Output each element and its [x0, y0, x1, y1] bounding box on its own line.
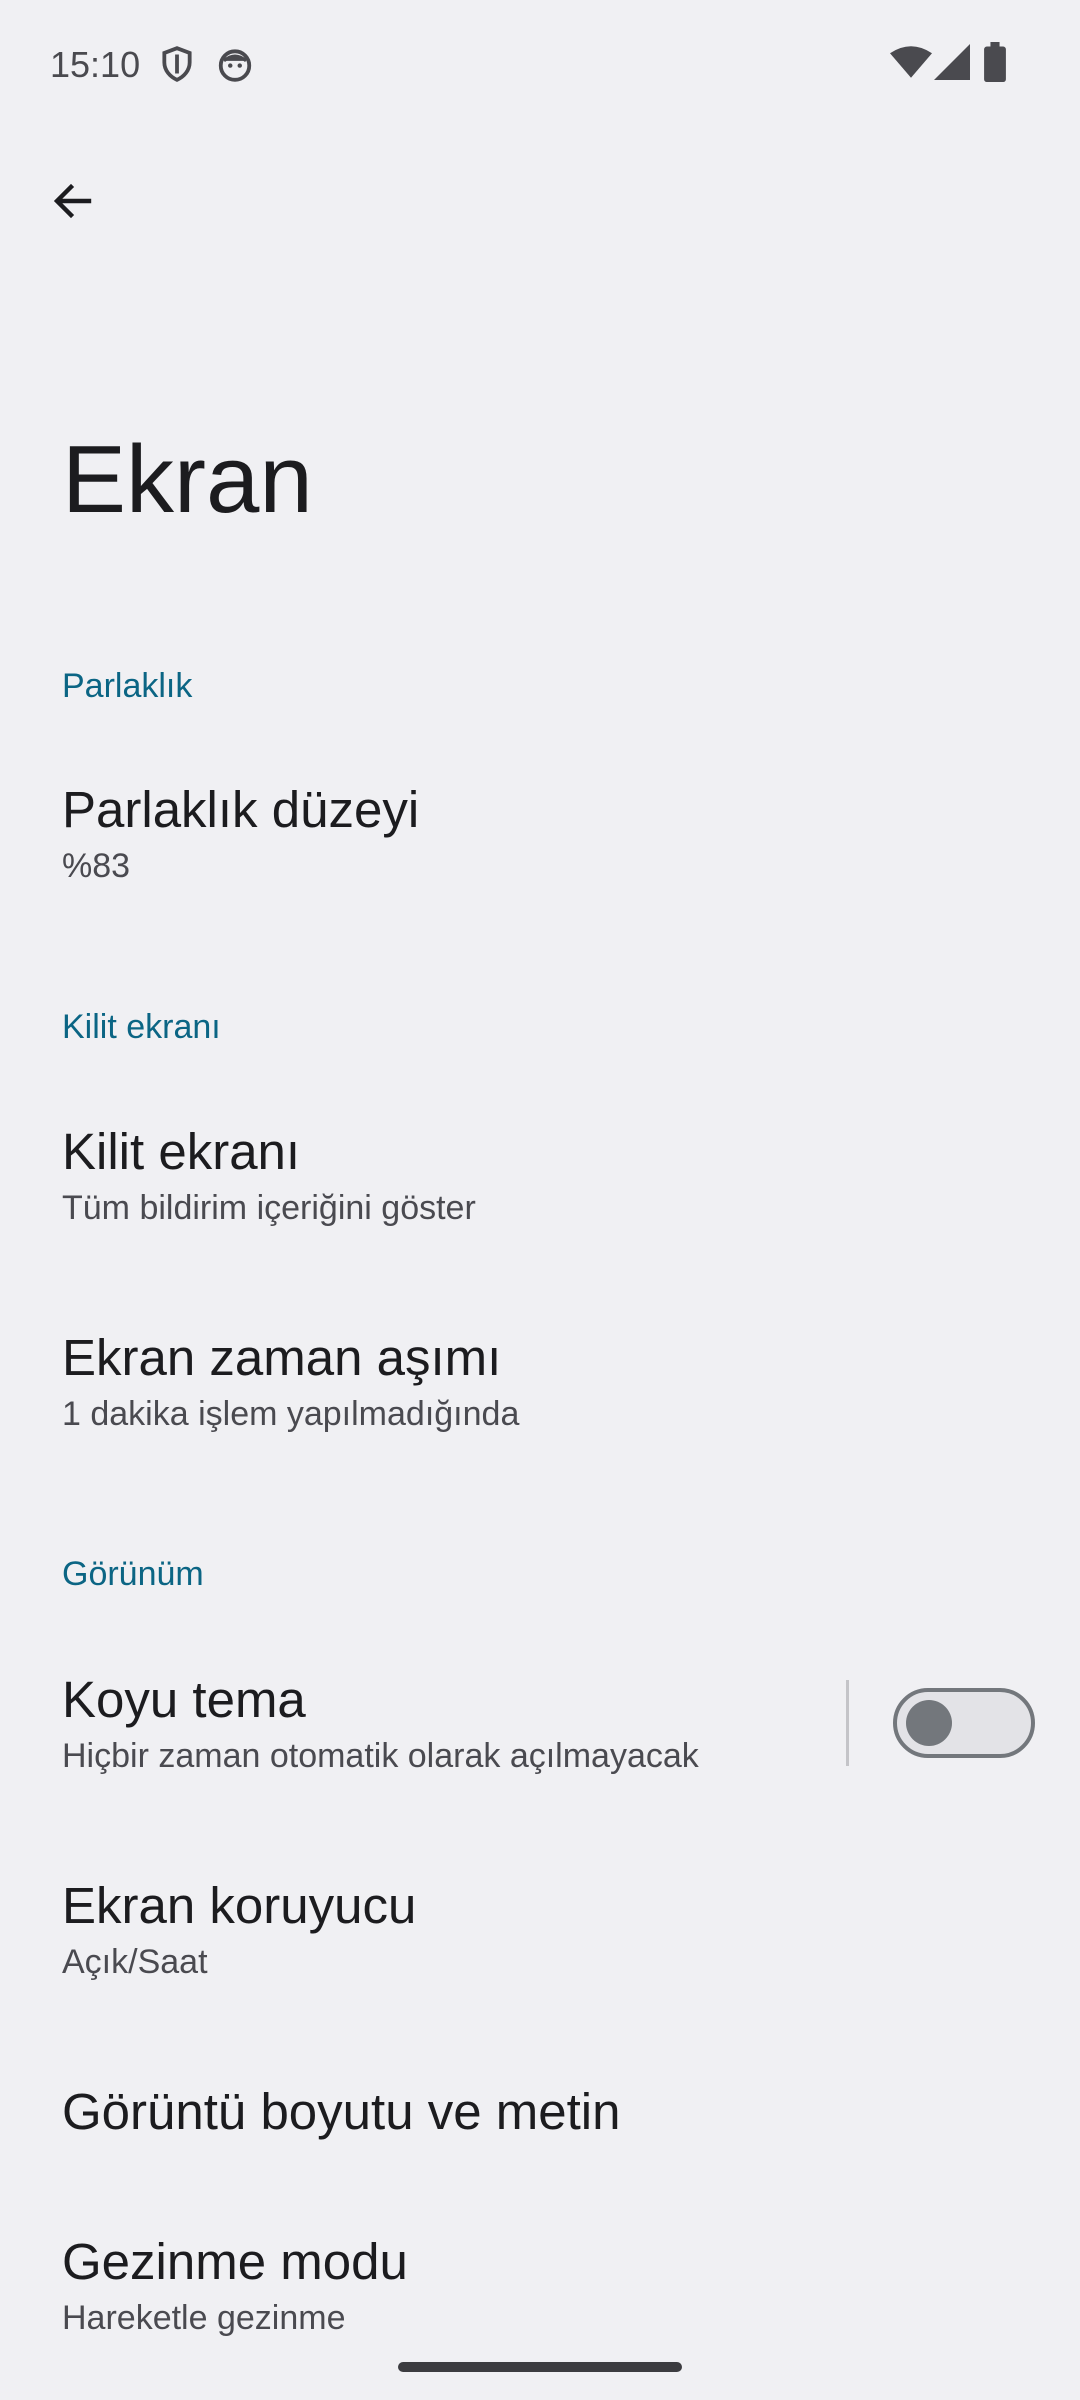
shield-icon	[158, 44, 196, 84]
section-header-lock-screen: Kilit ekranı	[62, 1008, 221, 1046]
dark-theme-switch[interactable]	[893, 1688, 1035, 1758]
pref-title: Kilit ekranı	[62, 1123, 301, 1180]
page-title: Ekran	[62, 426, 313, 533]
pref-navigation-mode[interactable]: Gezinme modu Hareketle gezinme	[0, 2200, 1080, 2372]
display-settings-screen: 15:10 Ekran Parlaklık Parlaklık düzeyi %…	[0, 0, 1080, 2400]
pref-summary: Hiçbir zaman otomatik olarak açılmayacak	[62, 1737, 699, 1775]
arrow-left-icon	[49, 177, 97, 230]
pref-title: Ekran koruyucu	[62, 1877, 417, 1934]
pref-summary: Hareketle gezinme	[62, 2299, 346, 2337]
pref-title: Koyu tema	[62, 1671, 306, 1728]
battery-icon	[984, 42, 1006, 82]
pref-title: Parlaklık düzeyi	[62, 781, 420, 838]
status-bar: 15:10	[0, 0, 1080, 130]
pref-title: Görüntü boyutu ve metin	[62, 2083, 621, 2140]
pref-summary: Tüm bildirim içeriğini göster	[62, 1189, 476, 1227]
pref-summary: %83	[62, 847, 131, 885]
pref-screen-timeout[interactable]: Ekran zaman aşımı 1 dakika işlem yapılma…	[0, 1286, 1080, 1458]
status-time: 15:10	[50, 44, 141, 85]
pref-summary: 1 dakika işlem yapılmadığında	[62, 1395, 520, 1433]
pref-display-size[interactable]: Görüntü boyutu ve metin	[0, 2040, 1080, 2180]
back-button[interactable]	[28, 158, 118, 248]
face-icon	[216, 44, 254, 84]
pref-screensaver[interactable]: Ekran koruyucu Açık/Saat	[0, 1834, 1080, 2006]
pref-lock-screen[interactable]: Kilit ekranı Tüm bildirim içeriğini göst…	[0, 1080, 1080, 1252]
pref-brightness-level[interactable]: Parlaklık düzeyi %83	[0, 740, 1080, 910]
pref-summary: Açık/Saat	[62, 1943, 208, 1981]
section-header-appearance: Görünüm	[62, 1555, 204, 1593]
divider	[846, 1680, 849, 1766]
gesture-nav-handle[interactable]	[398, 2362, 682, 2372]
switch-thumb	[906, 1700, 952, 1746]
pref-title: Gezinme modu	[62, 2233, 408, 2290]
signal-icon	[934, 44, 970, 80]
wifi-icon	[890, 44, 932, 80]
section-header-brightness: Parlaklık	[62, 667, 193, 705]
pref-title: Ekran zaman aşımı	[62, 1329, 502, 1386]
